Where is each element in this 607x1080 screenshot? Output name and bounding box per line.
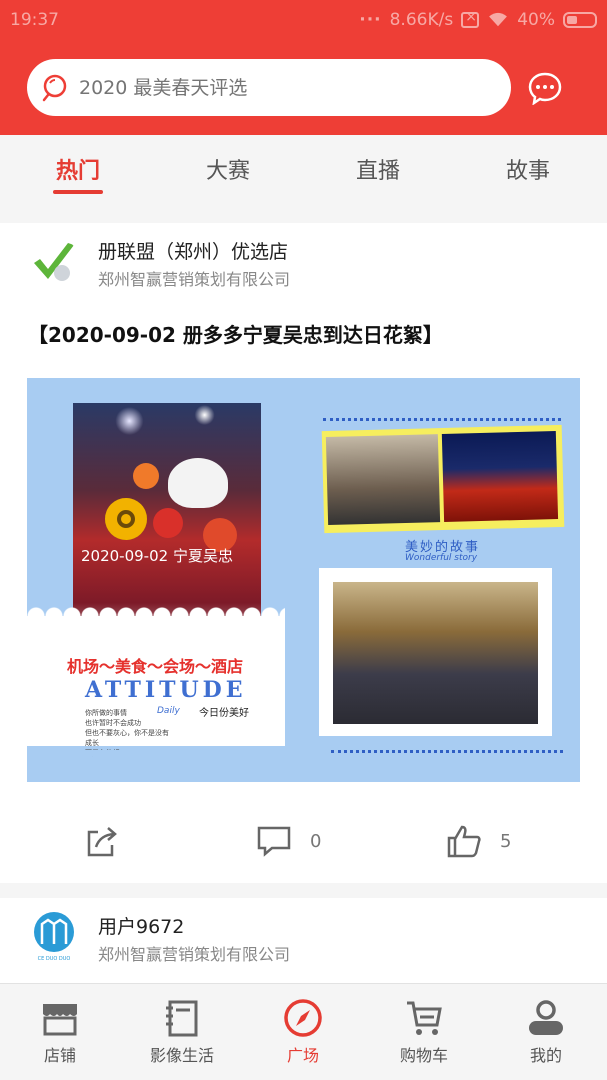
search-bar[interactable]: [27, 59, 511, 116]
like-count: 5: [500, 830, 512, 852]
status-time: 19:37: [10, 10, 59, 30]
bottom-nav: 店铺 影像生活 广场 购物车 我的: [0, 983, 607, 1080]
feed[interactable]: 册联盟（郑州）优选店 郑州智赢营销策划有限公司 【2020-09-02 册多多宁…: [0, 223, 607, 998]
app-header: 19:37 ··· 8.66K/s 40%: [0, 0, 607, 135]
share-icon: [87, 827, 117, 857]
like-button[interactable]: 5: [446, 821, 511, 861]
no-sim-icon: [461, 9, 480, 28]
dotted-divider: [323, 418, 561, 421]
nav-cart[interactable]: 购物车: [374, 998, 474, 1066]
photo-caption: 2020-09-02 宁夏吴忠: [81, 547, 233, 565]
story-en: Wonderful story: [405, 553, 478, 563]
compass-icon: [284, 999, 322, 1037]
cart-icon: [407, 1001, 442, 1035]
dotted-divider: [331, 750, 563, 753]
search-input[interactable]: [79, 76, 479, 99]
post-image[interactable]: 2020-09-02 宁夏吴忠 机场～美食～会场～酒店 ATTITUDE 你所做…: [27, 378, 580, 782]
comment-icon: [257, 826, 291, 857]
post-company: 郑州智赢营销策划有限公司: [98, 945, 291, 964]
check-logo-icon: [28, 237, 80, 289]
group-photo-hotel: [319, 568, 552, 736]
message-icon[interactable]: [527, 71, 563, 105]
wifi-icon: [489, 12, 508, 27]
battery-icon: [563, 12, 597, 28]
tab-story[interactable]: 故事: [478, 153, 578, 185]
thumbs-up-icon: [447, 825, 481, 858]
comment-count: 0: [310, 830, 322, 852]
avatar[interactable]: CE DUO DUO: [28, 910, 80, 962]
post-actions: 0 5: [0, 813, 607, 863]
sunflower: [105, 498, 147, 540]
tab-hot[interactable]: 热门: [28, 153, 128, 185]
nav-store[interactable]: 店铺: [10, 998, 110, 1066]
post-card[interactable]: 册联盟（郑州）优选店 郑州智赢营销策划有限公司 【2020-09-02 册多多宁…: [0, 223, 607, 883]
notebook-icon: [166, 1000, 198, 1037]
post-title[interactable]: 【2020-09-02 册多多宁夏吴忠到达日花絮】: [28, 319, 443, 348]
nav-mine[interactable]: 我的: [496, 998, 596, 1066]
avatar[interactable]: [28, 237, 80, 289]
post-author[interactable]: 册联盟（郑州）优选店: [98, 237, 288, 264]
lily-flower: [168, 458, 228, 508]
more-dots-icon: ···: [359, 10, 382, 30]
status-bar: 19:37 ··· 8.66K/s 40%: [0, 0, 607, 42]
nav-image-life[interactable]: 影像生活: [132, 998, 232, 1066]
store-icon: [43, 1004, 77, 1036]
user-icon: [529, 1000, 563, 1035]
category-tabs: 热门 大赛 直播 故事: [0, 135, 607, 223]
attitude-headline: ATTITUDE: [85, 677, 247, 703]
status-right: ··· 8.66K/s 40%: [359, 9, 597, 30]
battery-text: 40%: [517, 10, 555, 30]
today-text: 今日份美好: [199, 708, 249, 719]
nav-square[interactable]: 广场: [253, 998, 353, 1066]
tab-contest[interactable]: 大赛: [178, 153, 278, 185]
share-button[interactable]: [84, 821, 120, 861]
tab-live[interactable]: 直播: [328, 153, 428, 185]
group-photo-airport: [321, 424, 565, 534]
comment-button[interactable]: 0: [256, 821, 321, 861]
tagline: 机场～美食～会场～酒店: [67, 657, 244, 676]
ceduoduo-logo-icon: CE DUO DUO: [34, 912, 74, 962]
post-company: 郑州智赢营销策划有限公司: [98, 270, 291, 289]
network-speed: 8.66K/s: [389, 10, 454, 30]
active-tab-indicator: [53, 190, 103, 194]
svg-text:CE DUO DUO: CE DUO DUO: [38, 956, 71, 962]
search-icon: [42, 74, 67, 101]
daily-script: Daily: [157, 706, 180, 716]
post-author[interactable]: 用户9672: [98, 912, 184, 939]
